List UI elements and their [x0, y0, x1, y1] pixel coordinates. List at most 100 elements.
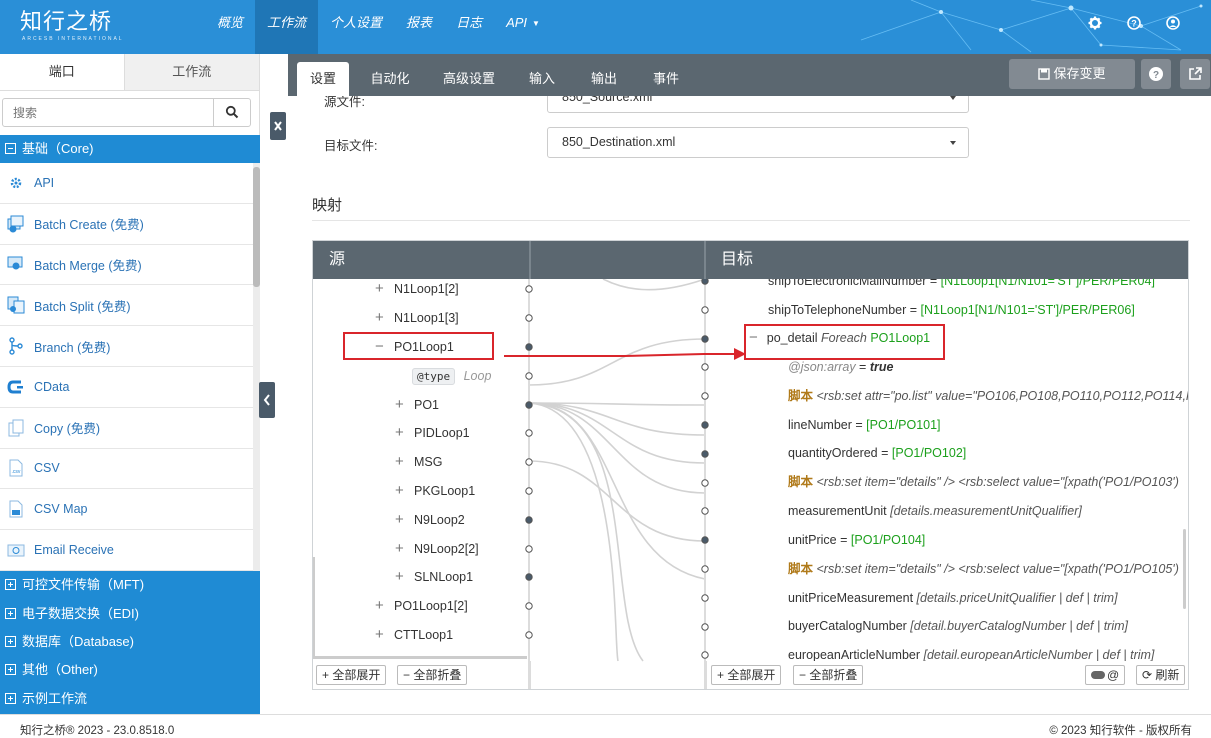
search-input[interactable] — [2, 98, 214, 127]
expand-plus-icon: + — [375, 597, 384, 614]
target-field[interactable]: quantityOrdered = [PO1/PO102] — [788, 443, 966, 463]
collapse-all-button[interactable]: − 全部折叠 — [397, 665, 468, 685]
search-button[interactable] — [213, 98, 251, 127]
field-mapping: [PO1/PO104] — [850, 533, 926, 547]
target-field[interactable]: europeanArticleNumber [detail.europeanAr… — [788, 645, 1154, 661]
tree-node[interactable]: + PO1 — [395, 395, 439, 415]
list-item-batch-split[interactable]: Batch Split (免费) — [0, 285, 253, 327]
group-other[interactable]: 其他（Other) — [0, 656, 260, 684]
settings-toolbar: 设置 自动化 高级设置 输入 输出 事件 保存变更 ? — [288, 54, 1211, 96]
node-label: N9Loop2[2] — [414, 542, 479, 556]
refresh-button[interactable]: ⟳ 刷新 — [1136, 665, 1186, 685]
expand-all-button[interactable]: + 全部展开 — [316, 665, 387, 685]
nav-profile[interactable]: 个人设置 — [318, 0, 394, 54]
popout-button[interactable] — [1180, 59, 1210, 89]
expand-plus-icon: + — [395, 482, 404, 499]
tree-node[interactable]: + CTTLoop1 — [375, 625, 453, 645]
tab-workflows[interactable]: 工作流 — [124, 54, 259, 90]
nav-api[interactable]: API ▼ — [494, 0, 552, 54]
expand-plus-icon: + — [375, 280, 384, 297]
target-field[interactable]: shipToTelephoneNumber = [N1Loop1[N1/N101… — [768, 300, 1135, 320]
list-item-branch[interactable]: Branch (免费) — [0, 326, 253, 367]
tree-node[interactable]: + N1Loop1[2] — [375, 279, 459, 299]
field-mapping: [N1Loop1[N1/N101='ST']/PER/PER04] — [940, 279, 1155, 288]
list-item-email-receive[interactable]: Email Receive — [0, 530, 253, 571]
list-item-label: Copy (免费) — [34, 422, 100, 437]
node-label: MSG — [414, 455, 443, 469]
divider — [313, 656, 527, 659]
nav-overview[interactable]: 概览 — [205, 0, 255, 54]
source-file-label: 源文件: — [324, 96, 365, 109]
list-item-batch-merge[interactable]: Batch Merge (免费) — [0, 245, 253, 286]
scrollbar-thumb[interactable] — [253, 167, 260, 287]
close-icon — [274, 121, 282, 131]
app-logo[interactable]: 知行之桥 ARCESB INTERNATIONAL — [20, 11, 124, 43]
collapse-all-target-button[interactable]: − 全部折叠 — [793, 665, 864, 685]
list-item-copy[interactable]: Copy (免费) — [0, 408, 253, 449]
minus-icon: − — [403, 668, 414, 682]
tree-node[interactable]: + PIDLoop1 — [395, 423, 470, 443]
target-attr[interactable]: @json:array = true — [788, 357, 893, 377]
gear-icon[interactable] — [1087, 15, 1103, 31]
group-core[interactable]: 基础（Core) — [0, 135, 260, 163]
group-mft-label: 可控文件传输（MFT) — [22, 577, 145, 592]
branch-icon — [9, 337, 23, 355]
group-other-label: 其他（Other) — [22, 662, 98, 677]
collapse-all-label: 全部折叠 — [809, 668, 858, 682]
help-circle-icon[interactable]: ? — [1126, 15, 1142, 31]
target-field[interactable]: unitPrice = [PO1/PO104] — [788, 530, 925, 550]
list-item-batch-create[interactable]: Batch Create (免费) — [0, 204, 253, 245]
nav-workflow[interactable]: 工作流 — [255, 0, 319, 54]
list-item-api[interactable]: API — [0, 163, 253, 204]
tab-ports[interactable]: 端口 — [0, 54, 125, 90]
tab-output[interactable]: 输出 — [582, 62, 626, 96]
tree-node[interactable]: + MSG — [395, 452, 442, 472]
group-database[interactable]: 数据库（Database) — [0, 628, 260, 656]
expand-all-target-button[interactable]: + 全部展开 — [711, 665, 782, 685]
tree-node[interactable]: + PO1Loop1[2] — [375, 596, 468, 616]
tree-node[interactable]: + SLNLoop1 — [395, 567, 473, 587]
tab-automation[interactable]: 自动化 — [364, 62, 416, 96]
target-field[interactable]: buyerCatalogNumber [detail.buyerCatalogN… — [788, 616, 1128, 636]
tree-node[interactable]: + N1Loop1[3] — [375, 308, 459, 328]
tab-events[interactable]: 事件 — [644, 62, 688, 96]
tab-input[interactable]: 输入 — [520, 62, 564, 96]
copyright-text: © 2023 知行软件 - 版权所有 — [1049, 725, 1192, 737]
list-item-csv[interactable]: .csv CSV — [0, 449, 253, 490]
group-mft[interactable]: 可控文件传输（MFT) — [0, 571, 260, 599]
script-keyword: 脚本 — [788, 475, 814, 489]
field-name: buyerCatalogNumber — [788, 619, 907, 633]
help-button[interactable]: ? — [1141, 59, 1171, 89]
target-file-select[interactable]: 850_Destination.xml — [547, 127, 969, 158]
tab-advanced[interactable]: 高级设置 — [438, 62, 500, 96]
target-scrollbar[interactable] — [1183, 529, 1186, 609]
target-field[interactable]: lineNumber = [PO1/PO101] — [788, 415, 941, 435]
field-mapping: [details.measurementUnitQualifier] — [890, 504, 1082, 518]
batch-merge-icon — [7, 256, 23, 270]
nav-reports[interactable]: 报表 — [394, 0, 444, 54]
target-script[interactable]: 脚本 <rsb:set item="details" /> <rsb:selec… — [788, 559, 1179, 579]
tree-node[interactable]: + PKGLoop1 — [395, 481, 475, 501]
collapse-sidebar-button[interactable] — [259, 382, 275, 418]
list-item-csv-map[interactable]: CSV Map — [0, 489, 253, 531]
toggle-attributes-button[interactable]: @ — [1085, 665, 1126, 685]
tree-attr[interactable]: @type Loop — [412, 366, 491, 386]
target-script[interactable]: 脚本 <rsb:set attr="po.list" value="PO106,… — [788, 386, 1188, 406]
target-field[interactable]: shipToElectronicMailNumber = [N1Loop1[N1… — [768, 279, 1155, 291]
tree-node[interactable]: + N9Loop2[2] — [395, 539, 479, 559]
tab-settings[interactable]: 设置 — [297, 62, 349, 96]
group-edi[interactable]: 电子数据交换（EDI) — [0, 600, 260, 628]
target-field[interactable]: measurementUnit [details.measurementUnit… — [788, 501, 1082, 521]
save-button[interactable]: 保存变更 — [1009, 59, 1135, 89]
target-script[interactable]: 脚本 <rsb:set item="details" /> <rsb:selec… — [788, 472, 1179, 492]
source-file-select[interactable]: 850_Source.xml — [547, 96, 969, 113]
field-name: shipToElectronicMailNumber — [768, 279, 927, 288]
close-panel-button[interactable] — [270, 112, 286, 140]
nav-logs[interactable]: 日志 — [444, 0, 494, 54]
target-field[interactable]: unitPriceMeasurement [details.priceUnitQ… — [788, 588, 1118, 608]
group-sample-workflows[interactable]: 示例工作流 — [0, 685, 260, 713]
user-icon[interactable] — [1165, 15, 1181, 31]
sidebar-scrollbar[interactable] — [253, 163, 260, 571]
list-item-cdata[interactable]: CData — [0, 367, 253, 408]
tree-node[interactable]: + N9Loop2 — [395, 510, 465, 530]
